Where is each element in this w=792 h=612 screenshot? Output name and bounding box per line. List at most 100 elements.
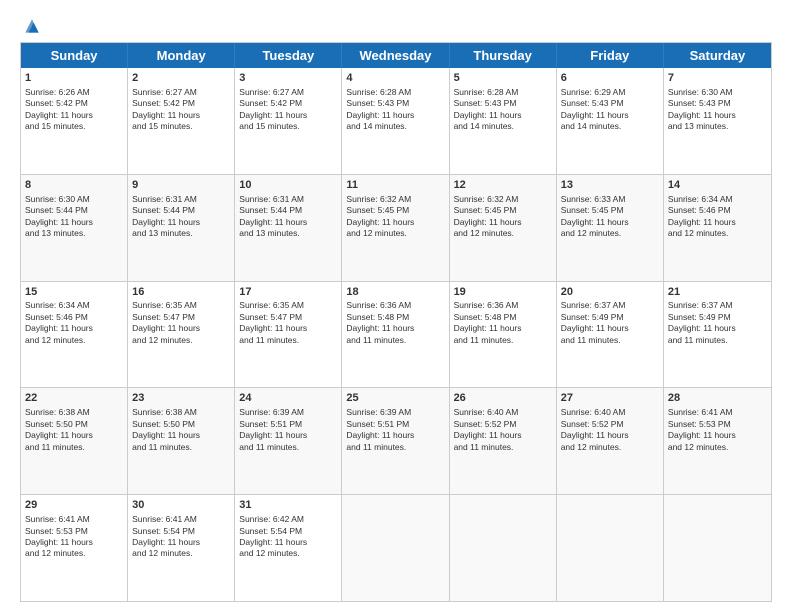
day-number: 22: [25, 391, 123, 406]
calendar-cell: 3Sunrise: 6:27 AMSunset: 5:42 PMDaylight…: [235, 68, 342, 174]
cell-line: and 11 minutes.: [561, 335, 659, 346]
calendar-cell: 6Sunrise: 6:29 AMSunset: 5:43 PMDaylight…: [557, 68, 664, 174]
day-number: 10: [239, 178, 337, 193]
cell-line: Daylight: 11 hours: [239, 537, 337, 548]
cell-line: Sunset: 5:48 PM: [454, 312, 552, 323]
calendar-cell: 18Sunrise: 6:36 AMSunset: 5:48 PMDayligh…: [342, 282, 449, 388]
cell-line: Sunrise: 6:26 AM: [25, 87, 123, 98]
cell-line: Sunrise: 6:36 AM: [454, 300, 552, 311]
day-number: 19: [454, 285, 552, 300]
day-number: 21: [668, 285, 767, 300]
cell-line: Sunrise: 6:32 AM: [346, 194, 444, 205]
day-number: 31: [239, 498, 337, 513]
cell-line: and 11 minutes.: [239, 442, 337, 453]
cell-line: and 11 minutes.: [346, 335, 444, 346]
cell-line: Daylight: 11 hours: [346, 323, 444, 334]
day-number: 14: [668, 178, 767, 193]
day-number: 3: [239, 71, 337, 86]
cell-line: Sunset: 5:53 PM: [25, 526, 123, 537]
day-number: 5: [454, 71, 552, 86]
logo-icon: [22, 16, 42, 36]
cell-line: Sunrise: 6:40 AM: [561, 407, 659, 418]
calendar-cell: [450, 495, 557, 601]
cell-line: and 12 minutes.: [668, 442, 767, 453]
day-number: 7: [668, 71, 767, 86]
cell-line: and 12 minutes.: [346, 228, 444, 239]
cell-line: Sunrise: 6:32 AM: [454, 194, 552, 205]
cell-line: Sunrise: 6:28 AM: [454, 87, 552, 98]
cell-line: Sunset: 5:51 PM: [346, 419, 444, 430]
cell-line: Sunset: 5:42 PM: [25, 98, 123, 109]
cell-line: Sunset: 5:47 PM: [239, 312, 337, 323]
cell-line: Sunrise: 6:39 AM: [346, 407, 444, 418]
cell-line: Sunset: 5:48 PM: [346, 312, 444, 323]
calendar-body: 1Sunrise: 6:26 AMSunset: 5:42 PMDaylight…: [21, 68, 771, 601]
calendar-cell: 15Sunrise: 6:34 AMSunset: 5:46 PMDayligh…: [21, 282, 128, 388]
cell-line: Daylight: 11 hours: [668, 110, 767, 121]
calendar-cell: 20Sunrise: 6:37 AMSunset: 5:49 PMDayligh…: [557, 282, 664, 388]
cell-line: and 13 minutes.: [132, 228, 230, 239]
cell-line: Sunrise: 6:31 AM: [239, 194, 337, 205]
cell-line: Sunrise: 6:42 AM: [239, 514, 337, 525]
cell-line: Daylight: 11 hours: [346, 217, 444, 228]
day-number: 29: [25, 498, 123, 513]
cell-line: and 12 minutes.: [454, 228, 552, 239]
cell-line: and 11 minutes.: [454, 442, 552, 453]
cell-line: Daylight: 11 hours: [239, 217, 337, 228]
weekday-header: Friday: [557, 43, 664, 68]
day-number: 4: [346, 71, 444, 86]
cell-line: Sunrise: 6:35 AM: [132, 300, 230, 311]
cell-line: Daylight: 11 hours: [668, 217, 767, 228]
calendar-cell: 16Sunrise: 6:35 AMSunset: 5:47 PMDayligh…: [128, 282, 235, 388]
calendar-cell: 10Sunrise: 6:31 AMSunset: 5:44 PMDayligh…: [235, 175, 342, 281]
cell-line: Sunset: 5:52 PM: [561, 419, 659, 430]
calendar-cell: 26Sunrise: 6:40 AMSunset: 5:52 PMDayligh…: [450, 388, 557, 494]
cell-line: and 12 minutes.: [668, 228, 767, 239]
day-number: 25: [346, 391, 444, 406]
cell-line: Sunrise: 6:36 AM: [346, 300, 444, 311]
cell-line: and 12 minutes.: [239, 548, 337, 559]
cell-line: Daylight: 11 hours: [561, 110, 659, 121]
calendar-cell: 31Sunrise: 6:42 AMSunset: 5:54 PMDayligh…: [235, 495, 342, 601]
cell-line: Sunrise: 6:38 AM: [25, 407, 123, 418]
cell-line: Sunrise: 6:31 AM: [132, 194, 230, 205]
cell-line: Sunset: 5:47 PM: [132, 312, 230, 323]
cell-line: Sunset: 5:52 PM: [454, 419, 552, 430]
day-number: 16: [132, 285, 230, 300]
cell-line: Daylight: 11 hours: [25, 323, 123, 334]
cell-line: Sunset: 5:46 PM: [25, 312, 123, 323]
day-number: 20: [561, 285, 659, 300]
cell-line: Daylight: 11 hours: [25, 110, 123, 121]
cell-line: Sunrise: 6:41 AM: [132, 514, 230, 525]
calendar-cell: 13Sunrise: 6:33 AMSunset: 5:45 PMDayligh…: [557, 175, 664, 281]
calendar-cell: 25Sunrise: 6:39 AMSunset: 5:51 PMDayligh…: [342, 388, 449, 494]
cell-line: Daylight: 11 hours: [132, 217, 230, 228]
cell-line: and 11 minutes.: [239, 335, 337, 346]
cell-line: Sunrise: 6:41 AM: [25, 514, 123, 525]
cell-line: Sunset: 5:45 PM: [561, 205, 659, 216]
cell-line: Sunset: 5:43 PM: [561, 98, 659, 109]
cell-line: Sunset: 5:50 PM: [25, 419, 123, 430]
cell-line: and 13 minutes.: [668, 121, 767, 132]
weekday-header: Sunday: [21, 43, 128, 68]
cell-line: Sunrise: 6:30 AM: [668, 87, 767, 98]
cell-line: Daylight: 11 hours: [561, 323, 659, 334]
day-number: 15: [25, 285, 123, 300]
cell-line: Sunrise: 6:35 AM: [239, 300, 337, 311]
cell-line: Sunset: 5:44 PM: [239, 205, 337, 216]
cell-line: and 11 minutes.: [25, 442, 123, 453]
day-number: 11: [346, 178, 444, 193]
calendar: SundayMondayTuesdayWednesdayThursdayFrid…: [20, 42, 772, 602]
calendar-cell: 2Sunrise: 6:27 AMSunset: 5:42 PMDaylight…: [128, 68, 235, 174]
cell-line: and 12 minutes.: [25, 335, 123, 346]
cell-line: Daylight: 11 hours: [239, 430, 337, 441]
calendar-cell: [664, 495, 771, 601]
cell-line: Sunrise: 6:38 AM: [132, 407, 230, 418]
calendar-cell: 17Sunrise: 6:35 AMSunset: 5:47 PMDayligh…: [235, 282, 342, 388]
calendar-cell: [557, 495, 664, 601]
day-number: 26: [454, 391, 552, 406]
calendar-cell: 8Sunrise: 6:30 AMSunset: 5:44 PMDaylight…: [21, 175, 128, 281]
day-number: 18: [346, 285, 444, 300]
weekday-header: Saturday: [664, 43, 771, 68]
calendar-cell: 4Sunrise: 6:28 AMSunset: 5:43 PMDaylight…: [342, 68, 449, 174]
